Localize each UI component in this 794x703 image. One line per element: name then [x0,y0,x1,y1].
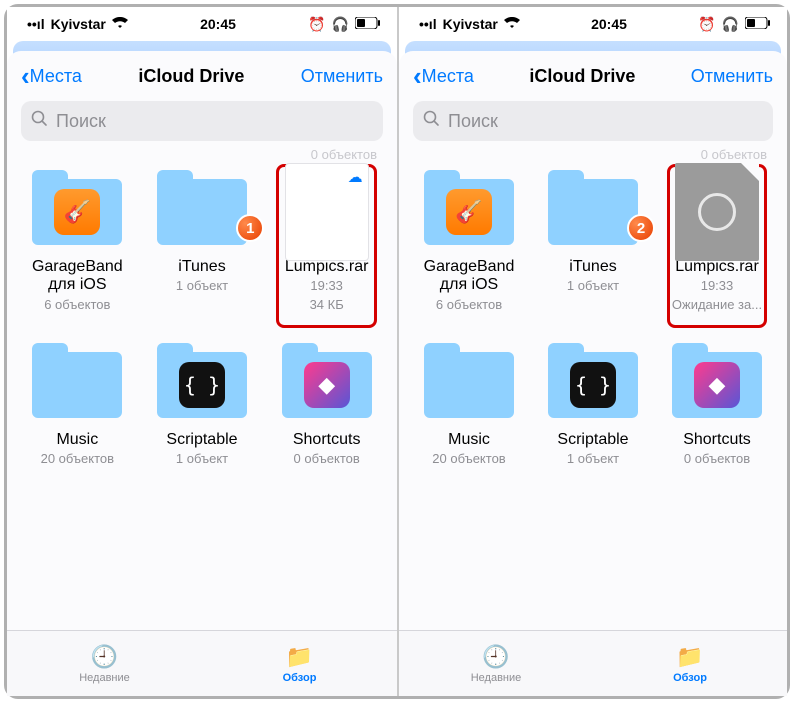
back-button[interactable]: ‹ Места [21,66,82,87]
clock: 20:45 [520,16,698,32]
object-count: 0 объектов [399,147,787,164]
file-lumpics[interactable]: ☁︎ Lumpics.rar 19:33 34 КБ [270,174,383,313]
folder-garageband[interactable]: 🎸 GarageBand для iOS 6 объектов [413,174,525,313]
step-badge-1: 1 [236,214,264,242]
page-title: iCloud Drive [138,66,244,87]
folder-scriptable[interactable]: { } Scriptable 1 объект [146,347,259,468]
clock-icon: 🕘 [91,644,118,670]
phone-right: ••ıl Kyivstar 20:45 ⏰ 🎧 ‹ Места [397,7,787,696]
folder-shortcuts[interactable]: ◆ Shortcuts 0 объектов [661,347,773,468]
folder-music[interactable]: Music 20 объектов [21,347,134,468]
page-title: iCloud Drive [529,66,635,87]
search-icon [423,110,440,132]
tab-recent[interactable]: 🕘 Недавние [7,631,202,696]
file-loading-icon [675,163,759,261]
nav-bar: ‹ Места iCloud Drive Отменить [7,51,397,101]
status-bar: ••ıl Kyivstar 20:45 ⏰ 🎧 [7,7,397,41]
headphones-icon: 🎧 [722,16,739,33]
search-icon [31,110,48,132]
cancel-button[interactable]: Отменить [691,66,773,87]
step-badge-2: 2 [627,214,655,242]
wifi-icon [504,16,520,32]
search-input[interactable]: Поиск [21,101,383,141]
folder-itunes[interactable]: 1 iTunes 1 объект [146,174,259,313]
back-label: Места [422,66,474,87]
folder-icon: 📁 [286,644,313,670]
carrier: Kyivstar [51,16,106,32]
object-count: 0 объектов [7,147,397,164]
phone-left: ••ıl Kyivstar 20:45 ⏰ 🎧 ‹ Места [7,7,397,696]
nav-bar: ‹ Места iCloud Drive Отменить [399,51,787,101]
shortcuts-icon: ◆ [304,362,350,408]
garageband-icon: 🎸 [446,189,492,235]
cancel-button[interactable]: Отменить [301,66,383,87]
status-bar: ••ıl Kyivstar 20:45 ⏰ 🎧 [399,7,787,41]
battery-icon [355,16,381,32]
tab-bar: 🕘 Недавние 📁 Обзор [7,630,397,696]
wifi-icon [112,16,128,32]
file-grid: 🎸 GarageBand для iOS 6 объектов 2 iTunes… [399,164,787,630]
clock: 20:45 [128,16,308,32]
clock-icon: 🕘 [482,644,509,670]
folder-icon: 📁 [676,644,703,670]
back-button[interactable]: ‹ Места [413,66,474,87]
signal-icon: ••ıl [419,16,437,32]
file-grid: 🎸 GarageBand для iOS 6 объектов 1 iTunes… [7,164,397,630]
cloud-download-icon: ☁︎ [348,168,363,186]
battery-icon [745,16,771,32]
folder-garageband[interactable]: 🎸 GarageBand для iOS 6 объектов [21,174,134,313]
tab-recent[interactable]: 🕘 Недавние [399,631,593,696]
alarm-icon: ⏰ [698,16,715,33]
scriptable-icon: { } [179,362,225,408]
folder-scriptable[interactable]: { } Scriptable 1 объект [537,347,649,468]
loading-spinner-icon [698,193,736,231]
carrier: Kyivstar [443,16,498,32]
search-placeholder: Поиск [448,111,498,132]
folder-shortcuts[interactable]: ◆ Shortcuts 0 объектов [270,347,383,468]
folder-itunes[interactable]: 2 iTunes 1 объект [537,174,649,313]
shortcuts-icon: ◆ [694,362,740,408]
file-lumpics[interactable]: Lumpics.rar 19:33 Ожидание за... [661,174,773,313]
search-input[interactable]: Поиск [413,101,773,141]
garageband-icon: 🎸 [54,189,100,235]
scriptable-icon: { } [570,362,616,408]
alarm-icon: ⏰ [308,16,325,33]
search-placeholder: Поиск [56,111,106,132]
tab-browse[interactable]: 📁 Обзор [202,631,397,696]
tab-browse[interactable]: 📁 Обзор [593,631,787,696]
tab-bar: 🕘 Недавние 📁 Обзор [399,630,787,696]
headphones-icon: 🎧 [332,16,349,33]
folder-music[interactable]: Music 20 объектов [413,347,525,468]
signal-icon: ••ıl [27,16,45,32]
back-label: Места [30,66,82,87]
